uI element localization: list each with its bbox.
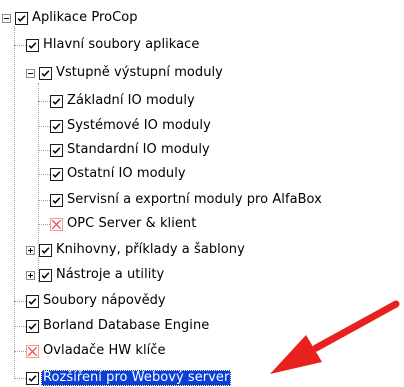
tree-item-label: Borland Database Engine bbox=[43, 318, 210, 333]
tree-item-aplikace-procop[interactable]: Aplikace ProCop bbox=[2, 9, 140, 27]
checkmark-icon[interactable] bbox=[39, 66, 52, 80]
plus-expander-icon[interactable] bbox=[26, 245, 35, 255]
tree-item-soubory-napovedy[interactable]: Soubory nápovědy bbox=[26, 292, 168, 310]
tree-item-label: Knihovny, příklady a šablony bbox=[56, 242, 245, 257]
tree-item-opc-server[interactable]: OPC Server & klient bbox=[50, 215, 198, 233]
tree-line bbox=[14, 351, 26, 352]
tree-line bbox=[38, 150, 50, 151]
checkmark-icon[interactable] bbox=[50, 167, 63, 181]
tree-item-label: Základní IO moduly bbox=[67, 93, 195, 108]
checkmark-icon[interactable] bbox=[50, 143, 63, 157]
tree-item-label: Hlavní soubory aplikace bbox=[43, 37, 200, 52]
tree-line bbox=[38, 224, 50, 225]
tree-item-standardni-io[interactable]: Standardní IO moduly bbox=[50, 141, 212, 159]
tree-item-label: Nástroje a utility bbox=[56, 267, 165, 282]
checkmark-icon[interactable] bbox=[39, 243, 52, 257]
tree-item-label: Standardní IO moduly bbox=[67, 142, 210, 157]
tree-line bbox=[14, 45, 26, 46]
tree-item-hlavni-soubory[interactable]: Hlavní soubory aplikace bbox=[26, 36, 201, 54]
tree-item-label: Servisní a exportní moduly pro AlfaBox bbox=[67, 192, 322, 207]
checkmark-icon[interactable] bbox=[50, 119, 63, 133]
tree-item-knihovny[interactable]: Knihovny, příklady a šablony bbox=[26, 241, 247, 259]
tree-item-vstupne-vystupni-moduly[interactable]: Vstupně výstupní moduly bbox=[26, 64, 225, 82]
tree-line bbox=[38, 174, 50, 175]
red-x-icon[interactable] bbox=[50, 217, 63, 231]
tree-item-zakladni-io[interactable]: Základní IO moduly bbox=[50, 92, 197, 110]
tree-line bbox=[38, 126, 50, 127]
component-tree: Aplikace ProCop Hlavní soubory aplikace … bbox=[0, 0, 404, 387]
checkmark-icon[interactable] bbox=[50, 94, 63, 108]
tree-line bbox=[14, 326, 26, 327]
tree-line bbox=[14, 301, 26, 302]
checkmark-icon[interactable] bbox=[26, 371, 39, 385]
checkmark-icon[interactable] bbox=[26, 319, 39, 333]
tree-line bbox=[38, 101, 50, 102]
tree-item-servisni-alfabox[interactable]: Servisní a exportní moduly pro AlfaBox bbox=[50, 191, 324, 209]
tree-item-webovy-server[interactable]: Rozšíření pro Webový server bbox=[26, 369, 232, 387]
tree-item-systemove-io[interactable]: Systémové IO moduly bbox=[50, 117, 213, 135]
checkmark-icon[interactable] bbox=[50, 193, 63, 207]
tree-item-label: Ovladače HW klíče bbox=[43, 343, 166, 358]
tree-line bbox=[14, 378, 26, 379]
checkmark-icon[interactable] bbox=[39, 268, 52, 282]
red-x-icon[interactable] bbox=[26, 344, 39, 358]
tree-item-label: Aplikace ProCop bbox=[32, 10, 138, 25]
tree-item-nastroje[interactable]: Nástroje a utility bbox=[26, 266, 166, 284]
tree-item-label: Vstupně výstupní moduly bbox=[56, 65, 223, 80]
tree-line bbox=[38, 200, 50, 201]
tree-item-label: Systémové IO moduly bbox=[67, 118, 211, 133]
tree-item-label-selected: Rozšíření pro Webový server bbox=[41, 370, 232, 386]
tree-item-borland-bde[interactable]: Borland Database Engine bbox=[26, 317, 211, 335]
tree-item-label: OPC Server & klient bbox=[67, 216, 197, 231]
minus-expander-icon[interactable] bbox=[26, 68, 35, 78]
minus-expander-icon[interactable] bbox=[2, 13, 11, 23]
tree-item-ovladace-hw[interactable]: Ovladače HW klíče bbox=[26, 342, 168, 360]
checkmark-icon[interactable] bbox=[26, 294, 39, 308]
plus-expander-icon[interactable] bbox=[26, 270, 35, 280]
checkmark-icon[interactable] bbox=[15, 11, 28, 25]
tree-item-label: Ostatní IO moduly bbox=[67, 166, 186, 181]
tree-item-ostatni-io[interactable]: Ostatní IO moduly bbox=[50, 165, 188, 183]
checkmark-icon[interactable] bbox=[26, 38, 39, 52]
tree-item-label: Soubory nápovědy bbox=[43, 293, 166, 308]
